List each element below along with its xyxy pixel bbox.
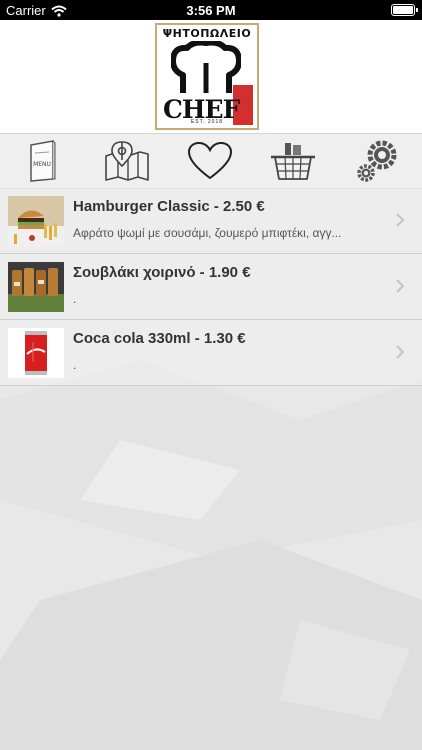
battery-icon xyxy=(391,4,418,16)
item-description: Αφράτο ψωμί με σουσάμι, ζουμερό μπιφτέκι… xyxy=(73,226,342,240)
settings-tab[interactable] xyxy=(350,138,404,184)
menu-icon-label: MENU xyxy=(33,161,51,168)
souvlaki-thumbnail xyxy=(8,262,64,312)
item-description: . xyxy=(73,358,77,372)
status-bar: Carrier 3:56 PM xyxy=(0,0,422,20)
chevron-right-icon xyxy=(396,279,405,293)
chevron-right-icon xyxy=(396,345,405,359)
hamburger-thumbnail xyxy=(8,196,64,246)
list-item[interactable]: Hamburger Classic - 2.50 € Αφράτο ψωμί μ… xyxy=(0,188,422,254)
map-icon xyxy=(105,141,149,181)
item-title: Coca cola 330ml - 1.30 € xyxy=(73,330,246,347)
chef-hat-icon xyxy=(171,41,241,93)
product-list: Hamburger Classic - 2.50 € Αφράτο ψωμί μ… xyxy=(0,188,422,386)
item-title: Hamburger Classic - 2.50 € xyxy=(73,198,265,215)
basket-tab[interactable] xyxy=(266,138,320,184)
status-time: 3:56 PM xyxy=(186,3,236,18)
list-item[interactable]: Coca cola 330ml - 1.30 € . xyxy=(0,320,422,386)
menu-icon: MENU xyxy=(30,140,56,182)
item-title: Σουβλάκι χοιρινό - 1.90 € xyxy=(73,264,251,281)
item-description: . xyxy=(73,292,77,306)
chef-logo: ΨΗΤΟΠΩΛΕΙΟ CHEF EST. 2018 xyxy=(155,23,259,130)
gear-icon xyxy=(357,140,397,182)
basket-icon xyxy=(271,143,315,180)
chevron-right-icon xyxy=(396,213,405,227)
logo-top-text: ΨΗΤΟΠΩΛΕΙΟ xyxy=(162,27,252,40)
list-item[interactable]: Σουβλάκι χοιρινό - 1.90 € . xyxy=(0,254,422,320)
heart-icon xyxy=(187,141,233,180)
favorites-tab[interactable] xyxy=(183,138,237,184)
menu-tab[interactable]: MENU xyxy=(16,138,70,184)
logo-est-text: EST. 2018 xyxy=(190,119,224,125)
map-tab[interactable] xyxy=(100,138,154,184)
app-header: ΨΗΤΟΠΩΛΕΙΟ CHEF EST. 2018 xyxy=(0,20,422,133)
coca-cola-thumbnail xyxy=(8,328,64,378)
toolbar: MENU xyxy=(0,133,422,189)
